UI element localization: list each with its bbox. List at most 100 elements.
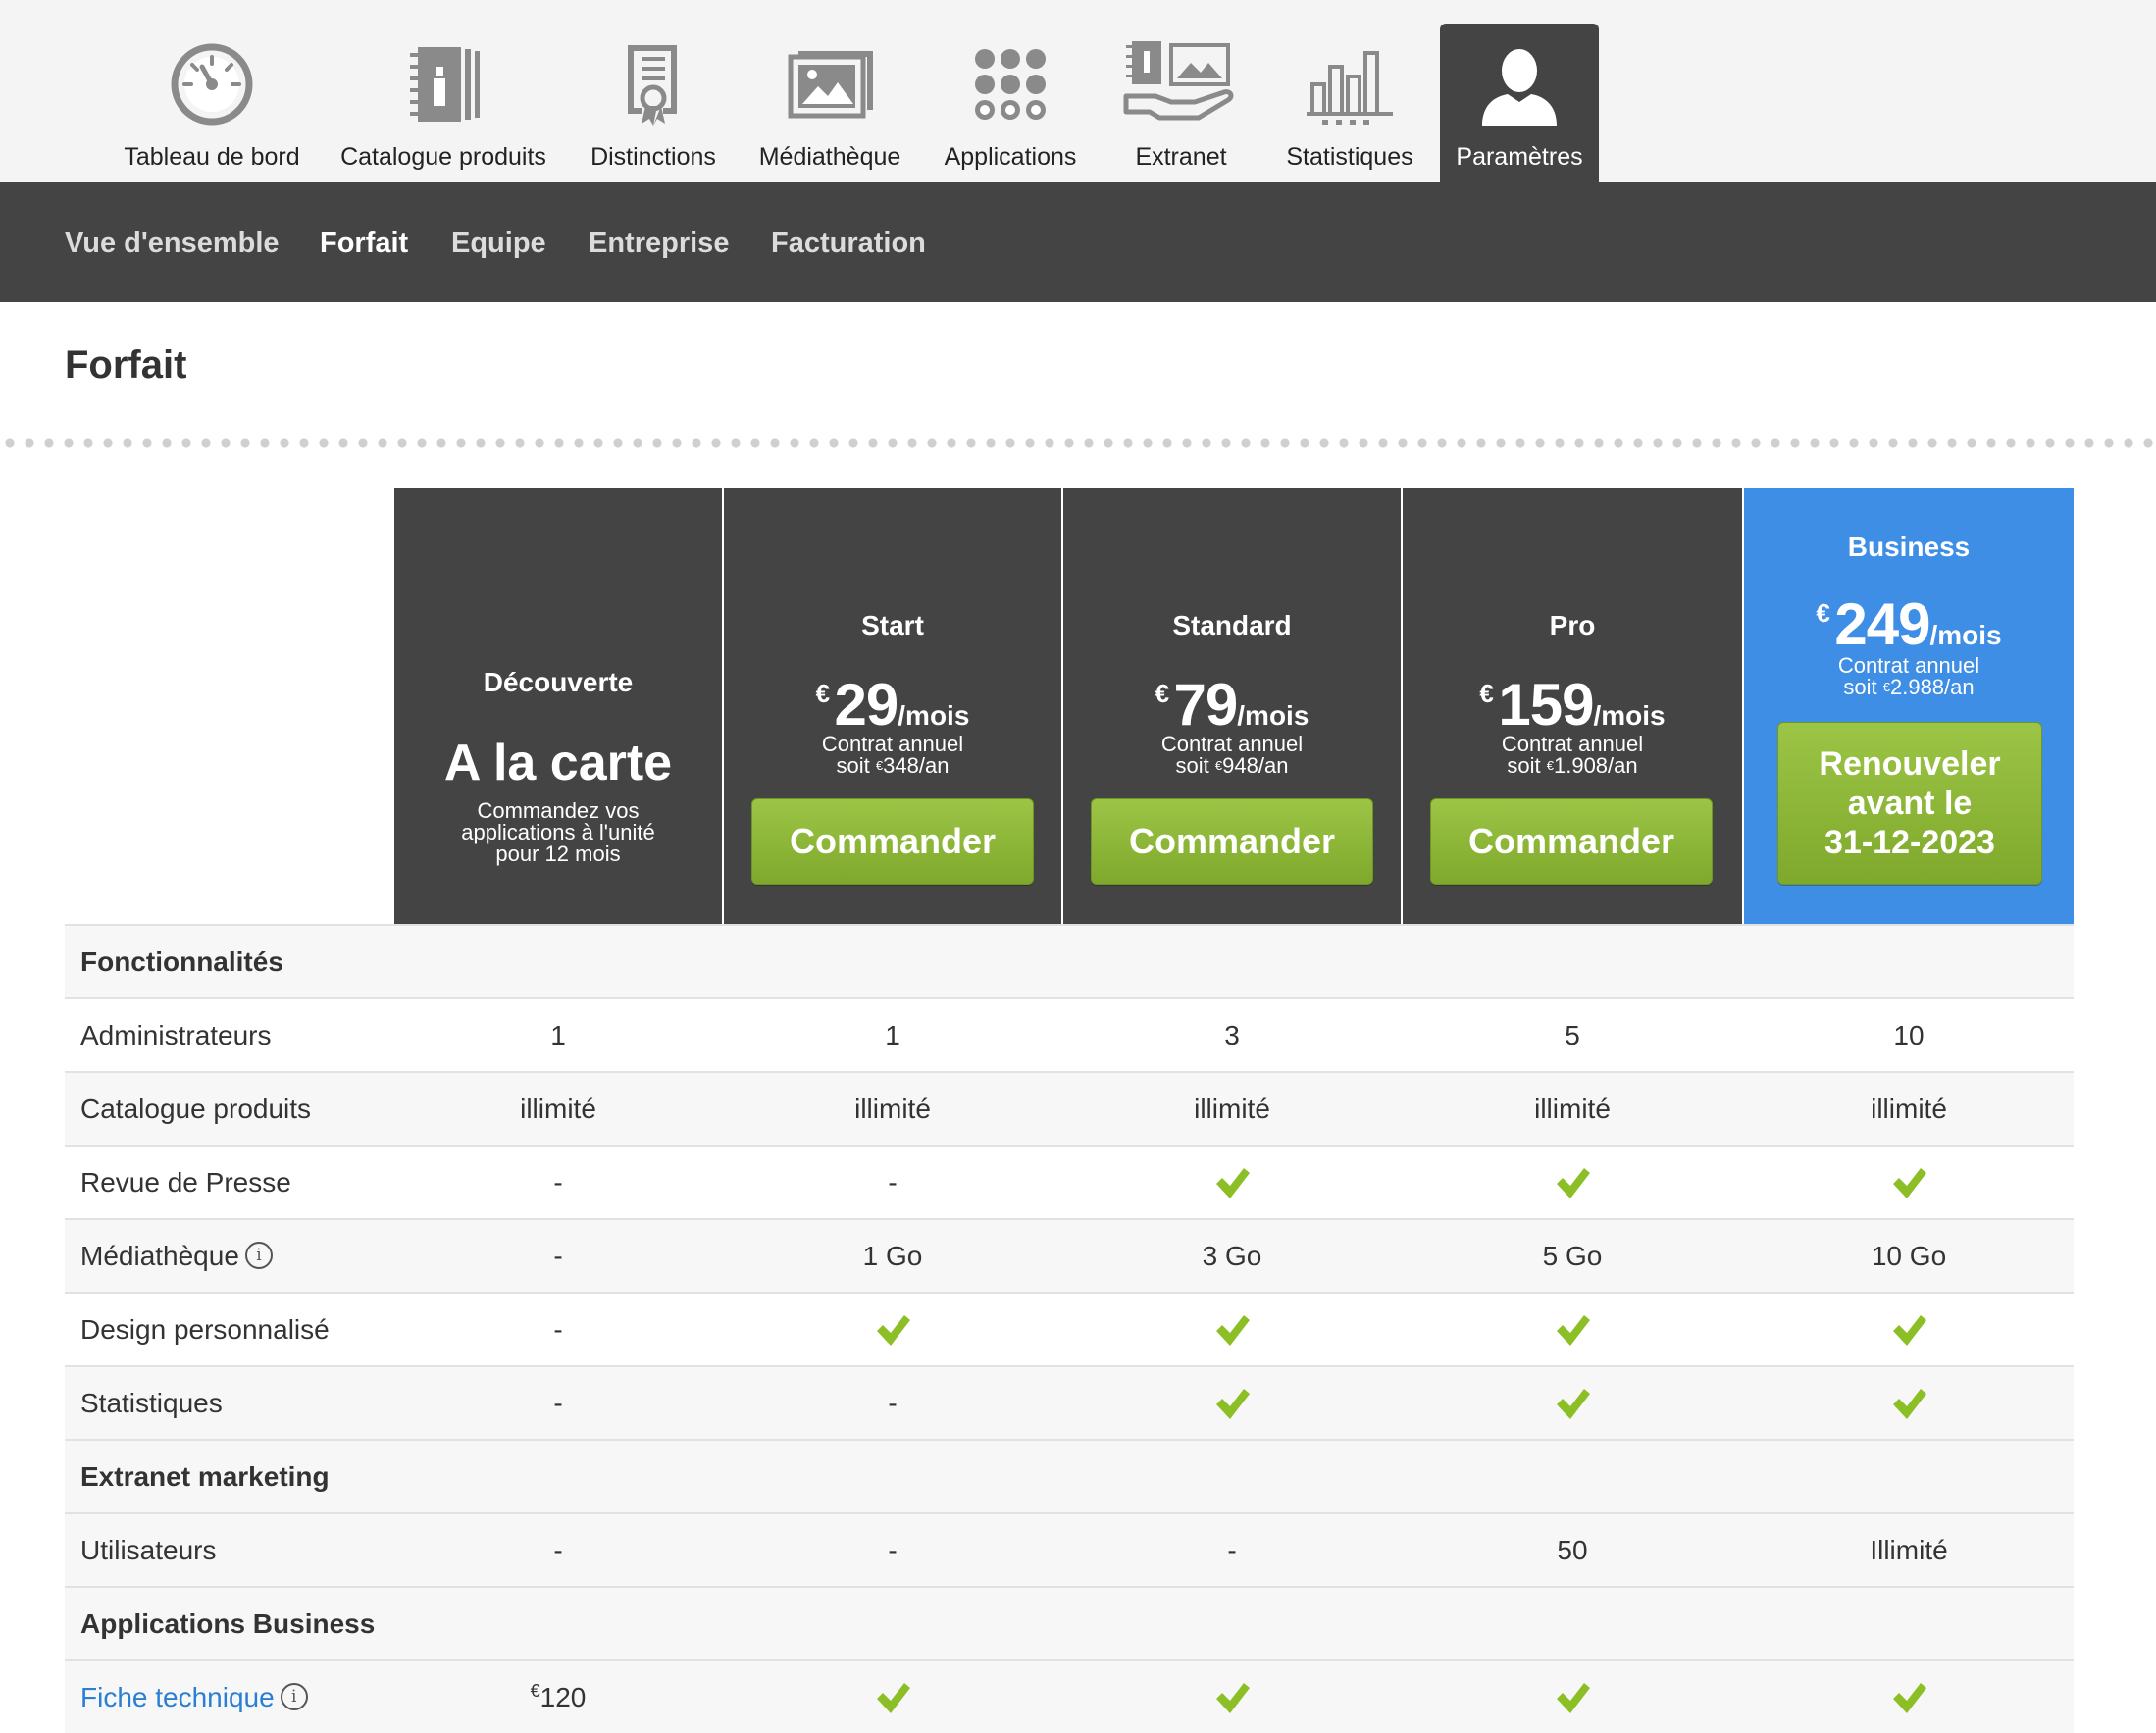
feature-label-text: Médiathèque: [80, 1241, 239, 1271]
renew-button[interactable]: Renouveler avant le 31-12-2023: [1777, 722, 2042, 885]
plan-name: Pro: [1549, 610, 1596, 640]
yearly-prefix: soit: [836, 753, 870, 778]
info-icon[interactable]: i: [244, 1241, 273, 1269]
table-cell: illimité: [1194, 1094, 1270, 1124]
table-cell: [1744, 1367, 2074, 1439]
plan-description-line: applications à l'unité: [461, 820, 655, 844]
check-icon: [1557, 1314, 1590, 1346]
check-icon: [1216, 1167, 1250, 1198]
table-cell: illimité: [1871, 1094, 1947, 1124]
table-cell: [1403, 1147, 1742, 1218]
feature-label-text: Administrateurs: [80, 1020, 272, 1050]
contract-text: Contrat annuel: [1501, 732, 1644, 756]
subnav-equipe[interactable]: Equipe: [451, 228, 546, 260]
yearly-amount: 948/an: [1222, 753, 1289, 778]
table-row: Design personnalisé -: [65, 1292, 2074, 1365]
renew-button-date: 31-12-2023: [1824, 824, 1995, 861]
nav-applications[interactable]: Applications: [934, 0, 1087, 182]
table-cell: [724, 1294, 1061, 1365]
table-cell: 5 Go: [1542, 1241, 1603, 1271]
currency-symbol: €: [815, 679, 831, 708]
plan-name: Start: [861, 610, 924, 640]
subnav-entreprise[interactable]: Entreprise: [589, 228, 729, 260]
top-navigation: Tableau de bord Catalogue produits Disti…: [0, 0, 2156, 182]
table-row: Fiche technique i €120: [65, 1659, 2074, 1733]
table-cell: [1063, 1661, 1401, 1733]
table-cell: illimité: [520, 1094, 596, 1124]
commander-button[interactable]: Commander: [751, 798, 1034, 885]
plan-price: € 29/mois: [724, 671, 1061, 739]
feature-label[interactable]: Fiche technique i: [80, 1661, 308, 1733]
feature-label: Administrateurs: [80, 999, 272, 1071]
table-section-row: Fonctionnalités: [65, 924, 2074, 997]
nav-label: Extranet: [1135, 143, 1227, 171]
table-cell: illimité: [854, 1094, 931, 1124]
price-period: /mois: [1593, 700, 1666, 731]
plan-start: Start € 29/mois Contrat annuel soit €348…: [724, 488, 1061, 924]
currency-symbol: €: [1479, 679, 1494, 708]
nav-tableau-de-bord[interactable]: Tableau de bord: [118, 0, 306, 182]
plan-price: € 249/mois: [1744, 590, 2074, 658]
plan-pro: Pro € 159/mois Contrat annuel soit €1.90…: [1403, 488, 1742, 924]
plan-standard: Standard € 79/mois Contrat annuel soit €…: [1063, 488, 1401, 924]
table-cell: -: [1227, 1535, 1237, 1565]
table-cell: -: [553, 1388, 563, 1418]
plan-headline: A la carte: [443, 735, 673, 791]
table-cell: 50: [1557, 1535, 1588, 1565]
picture-gallery-icon: [788, 51, 873, 119]
table-cell: [1063, 1294, 1401, 1365]
price-amount: 29: [834, 672, 899, 738]
commander-button[interactable]: Commander: [1430, 798, 1713, 885]
table-cell: -: [888, 1535, 898, 1565]
table-cell: [1403, 1367, 1742, 1439]
bar-chart-icon: [1307, 51, 1393, 125]
nav-catalogue-produits[interactable]: Catalogue produits: [334, 0, 553, 182]
check-icon: [877, 1314, 910, 1346]
subnav-vue-ensemble[interactable]: Vue d'ensemble: [65, 228, 280, 260]
plan-description-line: Commandez vos: [477, 798, 640, 823]
price-amount: 159: [1498, 672, 1594, 738]
table-section-row: Extranet marketing: [65, 1439, 2074, 1512]
subnav-forfait[interactable]: Forfait: [320, 228, 408, 260]
yearly-prefix: soit: [1507, 753, 1541, 778]
yearly-amount: 348/an: [883, 753, 950, 778]
table-cell: -: [553, 1241, 563, 1271]
check-icon: [1893, 1314, 1926, 1346]
yearly-price: soit €2.988/an: [1744, 677, 2074, 698]
table-cell: 1 Go: [862, 1241, 923, 1271]
nav-label: Médiathèque: [758, 143, 901, 171]
yearly-prefix: soit: [1175, 753, 1209, 778]
nav-label: Distinctions: [590, 143, 716, 171]
plan-price: € 159/mois: [1403, 671, 1742, 739]
feature-comparison-table: Fonctionnalités Administrateurs 1 1 3 5 10 Cata…: [65, 924, 2074, 1733]
nav-label: Applications: [944, 143, 1077, 171]
feature-label-text[interactable]: Fiche technique: [80, 1682, 275, 1712]
feature-label-text: Applications Business: [80, 1608, 376, 1639]
table-row: Revue de Presse - -: [65, 1145, 2074, 1218]
apps-grid-icon: [975, 49, 1046, 120]
price-period: /mois: [1237, 700, 1309, 731]
check-icon: [1893, 1682, 1926, 1713]
subnav-facturation[interactable]: Facturation: [771, 228, 926, 260]
nav-distinctions[interactable]: Distinctions: [583, 0, 724, 182]
nav-mediatheque[interactable]: Médiathèque: [751, 0, 908, 182]
nav-label: Tableau de bord: [124, 143, 300, 171]
currency-symbol: €: [1882, 680, 1890, 694]
plan-name: Business: [1847, 532, 1971, 562]
table-cell: -: [553, 1167, 563, 1198]
table-cell: 3: [1224, 1020, 1240, 1050]
nav-extranet[interactable]: Extranet: [1118, 0, 1244, 182]
nav-parametres[interactable]: Paramètres: [1440, 24, 1599, 182]
plan-business: Business € 249/mois Contrat annuel soit …: [1744, 488, 2074, 924]
commander-button[interactable]: Commander: [1091, 798, 1373, 885]
table-cell: [1063, 1367, 1401, 1439]
check-icon: [1216, 1682, 1250, 1713]
table-row: Utilisateurs - - - 50 Illimité: [65, 1512, 2074, 1586]
contract-text: Contrat annuel: [1837, 653, 1980, 678]
feature-label: Catalogue produits: [80, 1073, 311, 1145]
table-cell: [1744, 1661, 2074, 1733]
nav-statistiques[interactable]: Statistiques: [1275, 0, 1424, 182]
table-cell: 10 Go: [1871, 1241, 1947, 1271]
info-icon[interactable]: i: [280, 1682, 308, 1710]
feature-label: Revue de Presse: [80, 1147, 291, 1218]
